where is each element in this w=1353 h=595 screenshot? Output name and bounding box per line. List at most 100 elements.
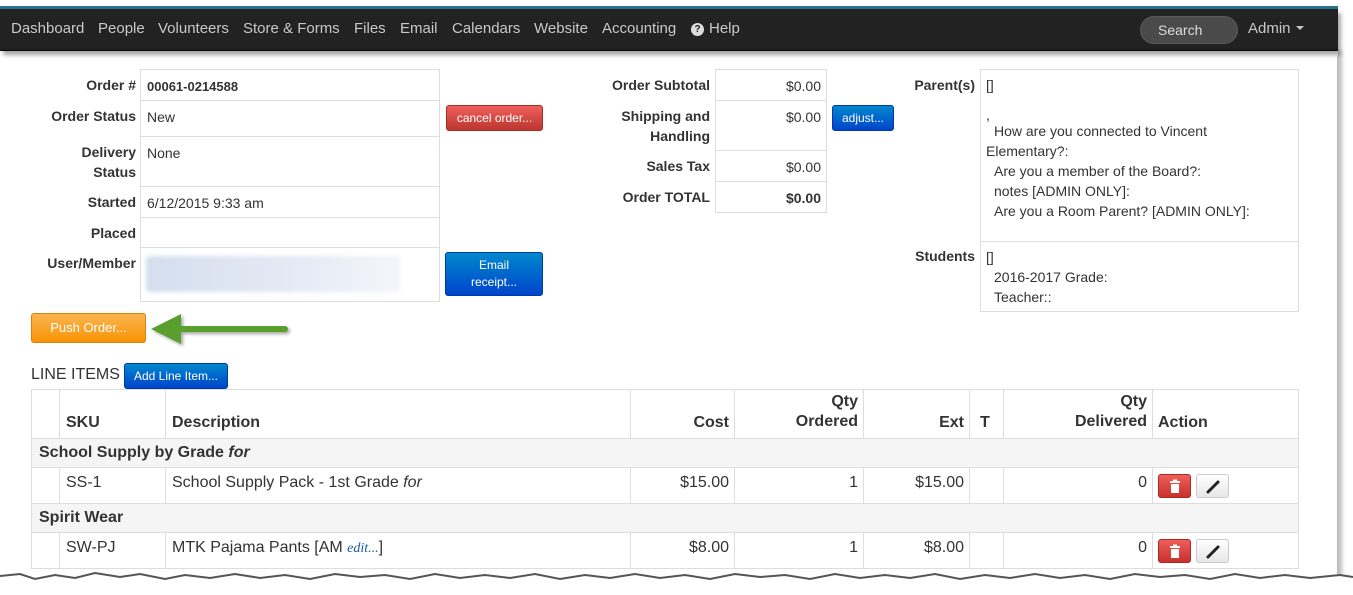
order-status-label: Order Status — [51, 108, 136, 124]
delete-button[interactable] — [1158, 474, 1191, 498]
row-description: School Supply Pack - 1st Grade for — [165, 468, 630, 503]
trash-icon — [1170, 479, 1180, 493]
push-order-button[interactable]: Push Order... — [31, 313, 146, 343]
email-receipt-line2: receipt... — [470, 275, 518, 289]
line-items-title: LINE ITEMS — [31, 366, 120, 383]
nav-files[interactable]: Files — [354, 20, 386, 37]
parents-q1: How are you connected to Vincent — [994, 123, 1207, 139]
search-input[interactable]: Search — [1140, 16, 1238, 44]
sales-tax-value: $0.00 — [715, 150, 827, 182]
header-qty-ordered-line1: Qty — [831, 393, 858, 410]
parents-label: Parent(s) — [914, 77, 975, 93]
nav-volunteers[interactable]: Volunteers — [158, 20, 229, 37]
parents-q3: notes [ADMIN ONLY]: — [994, 183, 1130, 199]
group-name-suffix: for — [228, 444, 250, 461]
row-blank — [31, 468, 59, 503]
header-sku: SKU — [59, 390, 165, 438]
trash-icon — [1170, 544, 1180, 558]
order-number-label: Order # — [86, 77, 136, 93]
nav-calendars[interactable]: Calendars — [452, 20, 520, 37]
header-qty-delivered: Qty Delivered — [1003, 390, 1152, 438]
header-qty-ordered-text: Qty Ordered — [796, 392, 858, 432]
header-action-text: Action — [1158, 414, 1208, 431]
order-total-value: $0.00 — [715, 181, 827, 213]
row-description-text: School Supply Pack - 1st Grade — [172, 474, 399, 491]
add-line-item-button[interactable]: Add Line Item... — [124, 363, 228, 389]
nav-accounting[interactable]: Accounting — [602, 20, 676, 37]
group-row: Spirit Wear — [31, 504, 1299, 533]
header-qty-delivered-line2: Delivered — [1074, 413, 1147, 430]
row-edit-link[interactable]: edit... — [347, 541, 379, 556]
nav-people[interactable]: People — [98, 20, 145, 37]
row-action — [1152, 468, 1299, 503]
header-t: T — [969, 390, 1003, 438]
pencil-icon — [1206, 545, 1220, 559]
header-qty-delivered-line1: Qty — [1120, 393, 1147, 410]
header-qty-ordered: Qty Ordered — [734, 390, 863, 438]
row-description: MTK Pajama Pants [AM edit...] — [165, 533, 630, 568]
order-status-value: New — [140, 100, 440, 137]
students-brackets: [] — [986, 249, 994, 265]
parents-q4: Are you a Room Parent? [ADMIN ONLY]: — [994, 203, 1250, 219]
row-qty-ordered: 1 — [734, 533, 863, 568]
pencil-icon — [1206, 480, 1220, 494]
row-sku: SW-PJ — [59, 533, 165, 568]
parents-q2: Are you a member of the Board?: — [994, 163, 1201, 179]
nav-store-forms[interactable]: Store & Forms — [243, 20, 340, 37]
delivery-status-value: None — [140, 136, 440, 187]
header-qty-delivered-text: Qty Delivered — [1075, 392, 1147, 432]
delivery-status-label: Delivery Status — [81, 144, 136, 180]
group-name-spirit-wear: Spirit Wear — [39, 509, 124, 526]
parents-q1b: Elementary?: — [986, 143, 1069, 159]
header-t-text: T — [980, 414, 990, 431]
row-qty-delivered: 0 — [1003, 468, 1152, 503]
row-action — [1152, 533, 1299, 568]
edit-button[interactable] — [1196, 539, 1229, 563]
row-qty-delivered: 0 — [1003, 533, 1152, 568]
shipping-label-line1: Shipping and — [621, 108, 710, 124]
nav-dashboard[interactable]: Dashboard — [11, 20, 84, 37]
students-info: [] 2016-2017 Grade: Teacher:: — [980, 241, 1299, 312]
group-row: School Supply by Grade for — [31, 439, 1299, 468]
header-sku-text: SKU — [66, 414, 100, 431]
edit-button[interactable] — [1196, 474, 1229, 498]
row-ext: $15.00 — [863, 468, 969, 503]
shipping-label: Shipping and Handling — [590, 106, 710, 146]
header-cost-text: Cost — [693, 414, 729, 431]
row-qty-ordered: 1 — [734, 468, 863, 503]
row-description-close: ] — [378, 539, 384, 556]
group-name-text: School Supply by Grade — [39, 444, 224, 461]
row-ext: $8.00 — [863, 533, 969, 568]
email-receipt-line1: Email — [478, 258, 509, 272]
cancel-order-button[interactable]: cancel order... — [446, 105, 543, 131]
adjust-button[interactable]: adjust... — [832, 105, 894, 131]
table-header-row: SKU Description Cost Qty Ordered Ext T Qt… — [31, 390, 1299, 439]
top-navbar: Dashboard People Volunteers Store & Form… — [0, 9, 1338, 51]
table-row: SW-PJ MTK Pajama Pants [AM edit...] $8.0… — [31, 533, 1299, 569]
group-name-school-supply: School Supply by Grade for — [39, 444, 250, 462]
email-receipt-button[interactable]: Email receipt... — [445, 252, 543, 296]
parents-brackets: [] — [986, 77, 994, 93]
nav-website[interactable]: Website — [534, 20, 588, 37]
header-qty-ordered-line2: Ordered — [795, 413, 858, 430]
sales-tax-label: Sales Tax — [646, 158, 710, 174]
students-teacher: Teacher:: — [994, 289, 1052, 305]
header-ext-text: Ext — [939, 414, 964, 431]
delete-button[interactable] — [1158, 539, 1191, 563]
row-t — [969, 533, 1003, 568]
help-icon: ? — [691, 23, 704, 36]
nav-email[interactable]: Email — [400, 20, 438, 37]
row-cost: $8.00 — [630, 533, 734, 568]
admin-menu[interactable]: Admin — [1248, 20, 1304, 37]
started-label: Started — [87, 194, 136, 210]
shipping-value: $0.00 — [715, 100, 827, 151]
row-cost: $15.00 — [630, 468, 734, 503]
shipping-label-line2: Handling — [650, 128, 710, 144]
user-member-label: User/Member — [47, 255, 136, 271]
line-items-table: SKU Description Cost Qty Ordered Ext T Qt… — [31, 389, 1299, 569]
user-member-value — [140, 247, 440, 302]
row-description-text: MTK Pajama Pants [AM — [172, 539, 343, 556]
green-arrow-icon — [151, 314, 288, 344]
subtotal-label: Order Subtotal — [611, 77, 710, 93]
nav-help[interactable]: ? Help — [691, 20, 740, 37]
